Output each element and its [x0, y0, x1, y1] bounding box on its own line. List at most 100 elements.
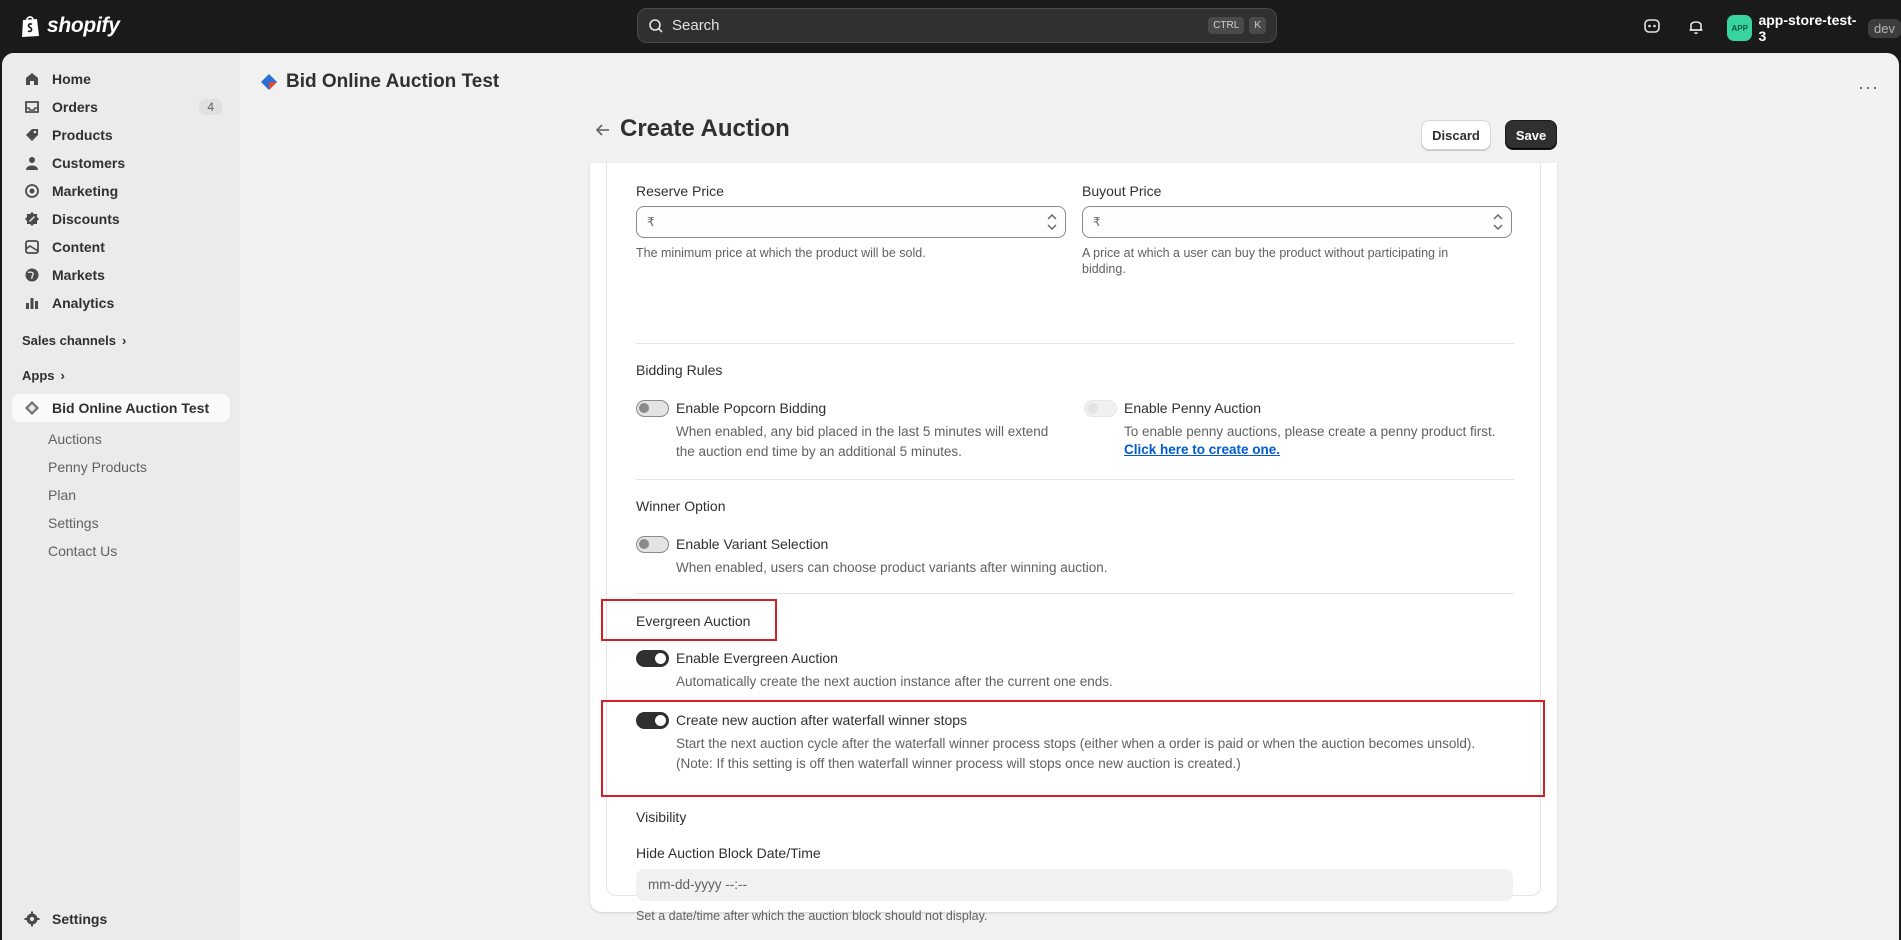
- buyout-price-input[interactable]: ₹: [1082, 206, 1512, 238]
- sidebar-item-products[interactable]: Products: [12, 121, 230, 149]
- dev-badge: dev: [1868, 18, 1901, 38]
- account-name: app-store-test-3: [1758, 12, 1857, 44]
- sidebar-item-label: Products: [52, 127, 113, 143]
- variant-selection-desc: When enabled, users can choose product v…: [676, 560, 1108, 575]
- toggle-knob: [639, 403, 649, 413]
- currency-symbol: ₹: [647, 215, 655, 229]
- stepper-icon[interactable]: [1491, 210, 1505, 234]
- sidebar-subitem-settings[interactable]: Settings: [48, 515, 99, 531]
- sales-channels-label: Sales channels: [22, 333, 116, 348]
- sidebar-item-label: Discounts: [52, 211, 120, 227]
- reserve-price-label: Reserve Price: [636, 183, 724, 199]
- search-icon: [649, 18, 663, 33]
- toggle-knob: [1087, 403, 1098, 414]
- waterfall-restart-desc-line1: Start the next auction cycle after the w…: [676, 736, 1476, 751]
- kbd-k: K: [1249, 17, 1266, 34]
- currency-symbol: ₹: [1093, 215, 1101, 229]
- penny-auction-toggle[interactable]: [1084, 400, 1117, 417]
- more-actions-icon[interactable]: ···: [1858, 77, 1879, 98]
- chevron-right-icon: ›: [60, 368, 65, 383]
- bell-icon[interactable]: [1686, 16, 1706, 36]
- discount-icon: [25, 212, 39, 226]
- search-placeholder: Search: [672, 17, 720, 34]
- sidebar: Home Orders 4 Products Customers Marketi…: [2, 53, 240, 940]
- popcorn-bidding-label: Enable Popcorn Bidding: [676, 400, 827, 416]
- evergreen-auction-toggle[interactable]: [636, 650, 669, 667]
- sidebar-item-app[interactable]: Bid Online Auction Test: [12, 394, 230, 422]
- chevron-right-icon: ›: [121, 333, 127, 348]
- penny-auction-desc: To enable penny auctions, please create …: [1124, 424, 1496, 439]
- shopify-logo[interactable]: shopify: [20, 14, 120, 38]
- shopify-bag-icon: [22, 16, 39, 37]
- sidebar-item-label: Settings: [52, 911, 108, 927]
- penny-auction-label: Enable Penny Auction: [1124, 400, 1261, 416]
- app-title: Bid Online Auction Test: [260, 71, 499, 93]
- sidebar-item-customers[interactable]: Customers: [12, 149, 230, 177]
- visibility-heading: Visibility: [636, 809, 687, 825]
- sidebar-item-analytics[interactable]: Analytics: [12, 289, 230, 317]
- hide-auction-date-input[interactable]: mm-dd-yyyy --:--: [636, 869, 1513, 901]
- bar-chart-icon: [26, 298, 38, 309]
- discard-button[interactable]: Discard: [1421, 120, 1491, 150]
- evergreen-auction-label: Enable Evergreen Auction: [676, 650, 838, 666]
- buyout-price-label: Buyout Price: [1082, 183, 1162, 199]
- gear-icon: [24, 911, 40, 927]
- popcorn-bidding-desc-line1: When enabled, any bid placed in the last…: [676, 424, 1049, 439]
- sales-channels-heading[interactable]: Sales channels ›: [22, 333, 126, 348]
- variant-selection-toggle[interactable]: [636, 536, 669, 553]
- sidekick-icon[interactable]: [1642, 16, 1662, 36]
- stepper-icon[interactable]: [1045, 210, 1059, 234]
- sidebar-subitem-plan[interactable]: Plan: [48, 487, 76, 503]
- sidebar-subitem-contact-us[interactable]: Contact Us: [48, 543, 117, 559]
- account-menu[interactable]: APP app-store-test-3 dev: [1727, 12, 1901, 44]
- page-title: Create Auction: [620, 115, 790, 142]
- sidebar-subitem-penny-products[interactable]: Penny Products: [48, 459, 147, 475]
- winner-option-heading: Winner Option: [636, 498, 726, 514]
- apps-heading[interactable]: Apps ›: [22, 368, 65, 383]
- divider: [636, 479, 1514, 480]
- sidebar-item-content[interactable]: Content: [12, 233, 230, 261]
- apps-label: Apps: [22, 368, 55, 383]
- buyout-price-help-line2: bidding.: [1082, 262, 1126, 276]
- sidebar-item-markets[interactable]: Markets: [12, 261, 230, 289]
- sidebar-item-label: Home: [52, 71, 91, 87]
- create-penny-product-link[interactable]: Click here to create one.: [1124, 442, 1280, 457]
- avatar: APP: [1727, 15, 1753, 41]
- tag-icon: [26, 129, 38, 141]
- hide-auction-date-label: Hide Auction Block Date/Time: [636, 845, 821, 861]
- popcorn-bidding-toggle[interactable]: [636, 400, 669, 417]
- sidebar-item-orders[interactable]: Orders 4: [12, 93, 230, 121]
- sidebar-item-label: Bid Online Auction Test: [52, 400, 210, 416]
- sidebar-item-settings[interactable]: Settings: [12, 905, 230, 933]
- sidebar-subitem-auctions[interactable]: Auctions: [48, 431, 102, 447]
- person-icon: [26, 157, 38, 170]
- waterfall-restart-toggle[interactable]: [636, 712, 669, 729]
- sidebar-item-home[interactable]: Home: [12, 65, 230, 93]
- home-icon: [26, 73, 38, 85]
- reserve-price-input[interactable]: ₹: [636, 206, 1066, 238]
- sidebar-item-marketing[interactable]: Marketing: [12, 177, 230, 205]
- toggle-knob: [655, 653, 666, 664]
- divider: [636, 343, 1514, 344]
- toggle-knob: [655, 715, 666, 726]
- save-button[interactable]: Save: [1505, 120, 1557, 150]
- waterfall-restart-desc-line2: (Note: If this setting is off then water…: [676, 756, 1241, 771]
- page-header: Create Auction Discard Save: [590, 113, 1557, 151]
- sidebar-item-discounts[interactable]: Discounts: [12, 205, 230, 233]
- popcorn-bidding-desc-line2: the auction end time by an additional 5 …: [676, 444, 962, 459]
- variant-selection-label: Enable Variant Selection: [676, 536, 829, 552]
- top-bar: shopify Search CTRL K APP app-store-test…: [0, 0, 1901, 53]
- content-icon: [25, 240, 39, 254]
- hide-auction-date-help: Set a date/time after which the auction …: [636, 909, 988, 923]
- sidebar-item-label: Content: [52, 239, 105, 255]
- reserve-price-help: The minimum price at which the product w…: [636, 246, 926, 260]
- sidebar-item-label: Orders: [52, 99, 98, 115]
- app-title-text: Bid Online Auction Test: [286, 71, 500, 92]
- globe-icon: [25, 268, 39, 282]
- bidding-rules-heading: Bidding Rules: [636, 362, 723, 378]
- sidebar-item-label: Markets: [52, 267, 105, 283]
- search-bar[interactable]: Search CTRL K: [637, 8, 1277, 43]
- toggle-knob: [639, 539, 649, 549]
- waterfall-restart-label: Create new auction after waterfall winne…: [676, 712, 968, 728]
- back-arrow-icon[interactable]: [594, 121, 612, 139]
